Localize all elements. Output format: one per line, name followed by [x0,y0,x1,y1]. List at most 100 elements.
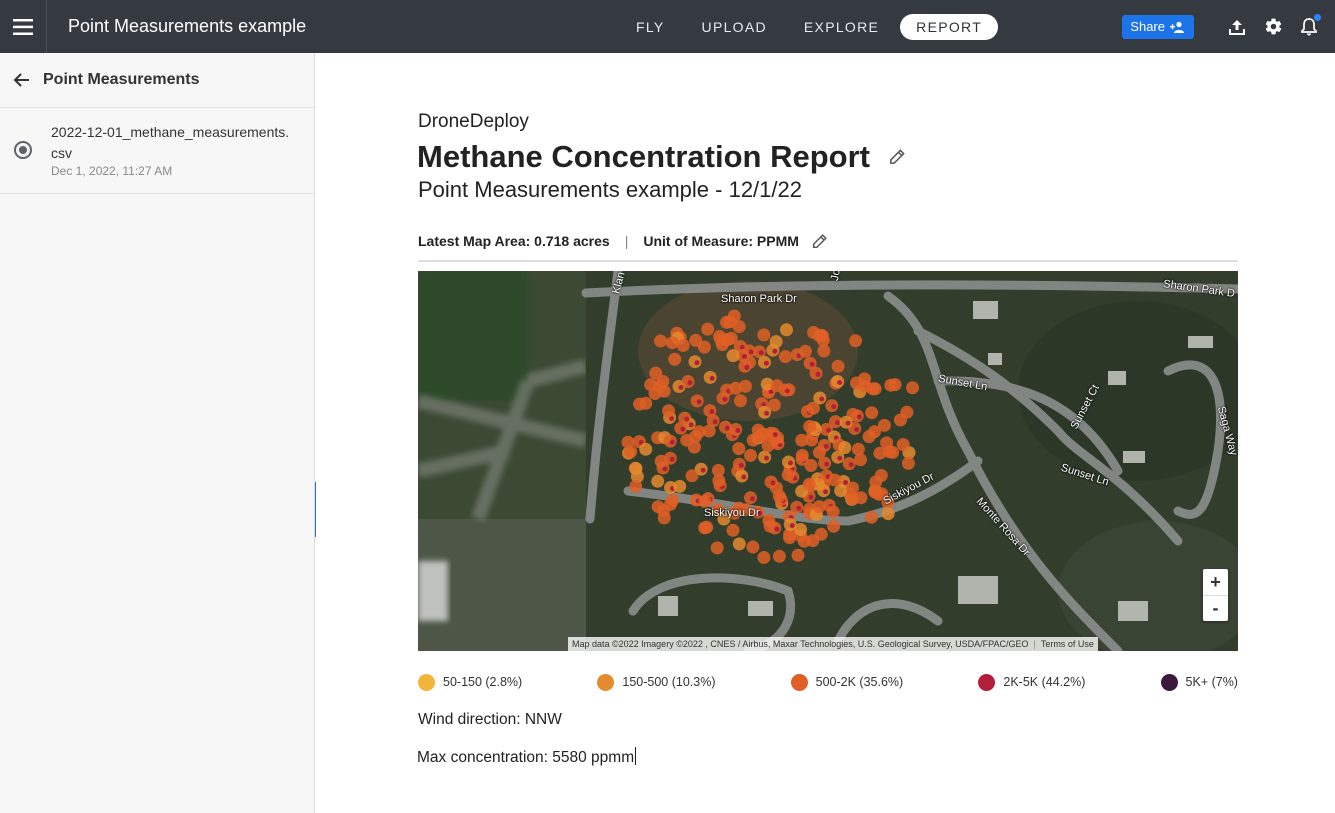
measurement-point [649,366,663,380]
measurement-point [757,551,771,564]
measurement-point [806,401,820,415]
measurement-point [726,523,740,537]
measurement-point [744,448,757,462]
measurement-point [781,468,795,482]
attribution-text: Map data ©2022 Imagery ©2022 , CNES / Ai… [572,639,1029,649]
legend-label: 500-2K (35.6%) [815,675,904,689]
tab-upload[interactable]: UPLOAD [686,14,783,40]
measurement-point [864,510,878,524]
measurement-point [732,537,746,551]
measurement-point [796,505,802,511]
measurement-point [772,489,786,503]
measurement-point [673,479,687,493]
measurement-point [856,414,862,420]
measurement-point [669,439,675,445]
unit-of-measure: Unit of Measure: PPMM [643,233,799,249]
measurement-point [762,513,776,527]
max-concentration-field[interactable]: Max concentration: 5580 ppmm [417,747,637,767]
measurement-point [729,381,743,395]
measurement-point [809,361,815,367]
share-button[interactable]: Share [1122,14,1194,39]
settings-button[interactable] [1263,17,1283,37]
measurement-point [662,404,676,418]
file-date: Dec 1, 2022, 11:27 AM [51,164,173,178]
tab-explore[interactable]: EXPLORE [788,14,895,40]
pencil-icon[interactable] [811,232,829,250]
menu-button[interactable] [0,0,47,53]
report-panel: DroneDeploy Methane Concentration Report… [316,53,1335,813]
measurement-point [678,385,684,390]
measurement-point [732,320,746,334]
measurement-point [662,466,668,472]
terms-link[interactable]: Terms of Use [1041,639,1094,649]
measurement-point [764,455,770,461]
measurement-point [772,348,778,354]
measurement-point [772,549,786,563]
measurement-point [791,548,805,562]
file-name: 2022-12-01_methane_measurements.csv [51,124,290,161]
pencil-icon[interactable] [888,147,907,166]
measurement-point [815,371,821,377]
upload-button[interactable] [1227,17,1247,37]
measurement-point [778,350,792,364]
measurement-point [797,534,811,548]
measurement-point [848,462,854,468]
measurement-point [865,406,879,420]
legend-dot [790,673,808,691]
measurement-point [761,439,775,453]
tab-fly[interactable]: FLY [620,14,681,40]
measurement-point [751,423,765,437]
measurement-point [669,456,675,462]
measurement-point [823,444,829,449]
measurement-point [665,336,679,350]
measurement-point [741,474,747,480]
selected-radio[interactable] [14,141,32,159]
measurement-point [795,448,809,462]
measurement-point [837,455,843,461]
sidebar-header: Point Measurements [0,53,314,108]
measurement-point [712,474,726,488]
measurement-point [808,494,814,500]
list-item[interactable]: 2022-12-01_methane_measurements.csv Dec … [0,108,314,194]
legend-dot [597,673,615,691]
main-nav: FLY UPLOAD EXPLORE REPORT [620,0,1003,53]
back-arrow-icon[interactable] [12,70,32,90]
legend-item: 50-150 (2.8%) [418,673,522,691]
methane-map[interactable]: Sharon Park Dr Sharon Park D Sunset Ln S… [418,271,1238,651]
measurement-point [692,425,706,439]
measurement-point [715,338,729,352]
measurement-point [746,540,760,554]
zoom-in-button[interactable]: + [1203,569,1228,595]
measurement-point [668,352,682,366]
text-caret [635,747,637,765]
measurement-point [684,416,690,422]
measurement-point [783,531,797,545]
measurement-point [709,375,715,381]
measurement-point [854,491,868,505]
measurement-point [629,462,643,475]
measurement-point [812,500,826,514]
measurement-point [712,419,718,425]
zoom-controls: + - [1203,569,1228,621]
concentration-legend: 50-150 (2.8%) 150-500 (10.3%) 500-2K (35… [418,672,1238,692]
measurement-point [694,360,700,366]
measurement-point [831,404,837,410]
measurement-point [688,422,694,428]
report-meta: Latest Map Area: 0.718 acres | Unit of M… [418,232,1238,262]
measurement-point [654,334,667,348]
measurement-point [828,473,842,487]
report-subtitle: Point Measurements example - 12/1/22 [418,177,802,202]
measurement-point [854,427,860,432]
menu-icon [13,18,33,35]
tab-report[interactable]: REPORT [900,13,999,40]
measurement-point [657,504,670,518]
measurement-point [772,432,778,438]
measurement-point [698,494,712,508]
measurement-point [629,479,643,493]
measurement-point [757,328,771,342]
notifications-button[interactable] [1299,13,1321,37]
upload-icon [1229,19,1245,35]
measurement-point [710,541,724,555]
zoom-out-button[interactable]: - [1203,595,1228,621]
wind-direction[interactable]: Wind direction: NNW [418,711,562,729]
